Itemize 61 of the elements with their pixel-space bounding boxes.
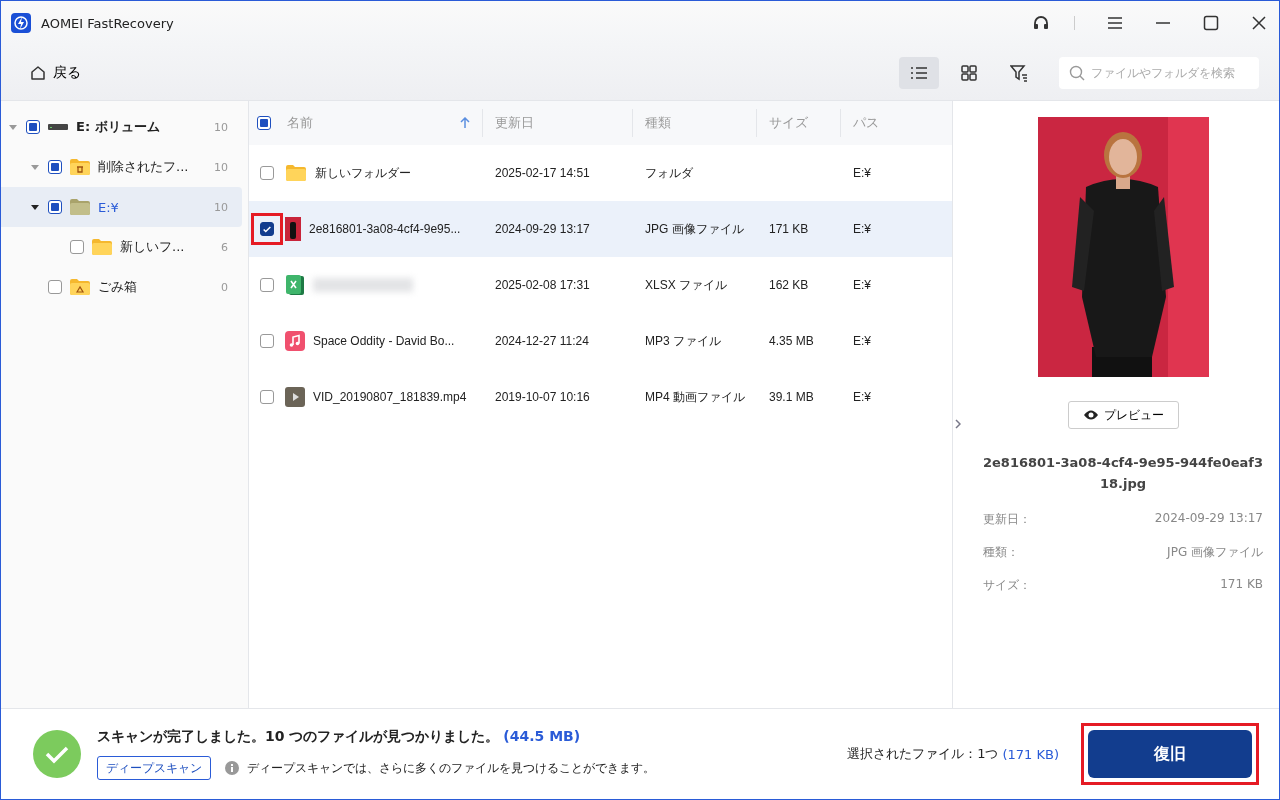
type-text: フォルダ [645, 164, 693, 182]
item-count: 10 [214, 200, 228, 214]
file-name: 新しいフォルダー [315, 164, 411, 182]
tree-item[interactable]: 削除されたフ... 10 [1, 147, 242, 187]
date-text: 2019-10-07 10:16 [495, 390, 590, 404]
size-text: 39.1 MB [769, 390, 814, 404]
item-count: 10 [214, 120, 228, 134]
item-count: 6 [221, 240, 228, 254]
type-text: MP4 動画ファイル [645, 388, 745, 406]
path-text: E:¥ [853, 278, 871, 292]
file-row[interactable]: Space Oddity - David Bo... 2024-12-27 11:24 MP3 ファイル 4.35 MB E:¥ [249, 313, 952, 369]
deep-scan-button[interactable]: ディープスキャン [97, 756, 211, 780]
file-row[interactable]: VID_20190807_181839.mp4 2019-10-07 10:16 MP4 動画ファイル 39.1 MB E:¥ [249, 369, 952, 425]
path-text: E:¥ [853, 166, 871, 180]
date-text: 2025-02-08 17:31 [495, 278, 590, 292]
file-name: Space Oddity - David Bo... [313, 334, 455, 348]
window-title: AOMEI FastRecovery [41, 15, 174, 31]
search-field[interactable]: ファイルやフォルダを検索 [1059, 56, 1259, 89]
total-size: (44.5 MB) [503, 728, 581, 746]
tree-label: E: ボリューム [76, 118, 161, 136]
detail-value: 2024-09-29 13:17 [1154, 510, 1263, 527]
tree-item[interactable]: E: ボリューム 10 [1, 107, 242, 147]
file-row[interactable]: 2e816801-3a08-4cf4-9e95... 2024-09-29 13:17 JPG 画像ファイル 171 KB E:¥ [249, 201, 952, 257]
file-row[interactable]: 2025-02-08 17:31 XLSX ファイル 162 KB E:¥ [249, 257, 952, 313]
selection-summary: 選択されたファイル：1つ [847, 745, 999, 763]
hint-text: ディープスキャンでは、さらに多くのファイルを見つけることができます。 [247, 759, 655, 777]
detail-label: 種類： [983, 543, 1019, 561]
detail-label: 更新日： [983, 510, 1031, 528]
tree-item[interactable]: ごみ箱 0 [1, 267, 242, 307]
tree-label: E:¥ [98, 199, 120, 215]
item-count: 0 [221, 280, 228, 294]
date-text: 2024-09-29 13:17 [495, 222, 590, 236]
size-text: 4.35 MB [769, 334, 814, 348]
type-text: MP3 ファイル [645, 332, 721, 350]
restore-button[interactable]: 復旧 [1088, 730, 1252, 778]
item-count: 10 [214, 160, 228, 174]
path-text: E:¥ [853, 390, 871, 404]
preview-button[interactable]: プレビュー [1067, 401, 1179, 429]
path-text: E:¥ [853, 334, 871, 348]
size-text: 162 KB [769, 278, 809, 292]
status-message: スキャンが完了しました。10 つのファイルが見つかりました。 [97, 728, 500, 746]
type-text: JPG 画像ファイル [645, 220, 744, 238]
tree-label: 削除されたフ... [98, 158, 190, 176]
type-text: XLSX ファイル [645, 276, 728, 294]
selection-size: (171 KB) [1002, 746, 1059, 762]
file-name: 2e816801-3a08-4cf4-9e95-944fe0eaf318.jpg [983, 454, 1263, 493]
detail-value: JPG 画像ファイル [1167, 543, 1263, 561]
file-name: 2e816801-3a08-4cf4-9e95... [309, 222, 461, 236]
tree-label: 新しいフ... [120, 238, 186, 256]
date-text: 2024-12-27 11:24 [495, 334, 589, 348]
tree-label: ごみ箱 [98, 278, 138, 296]
path-text: E:¥ [853, 222, 871, 236]
detail-value: 171 KB [1220, 576, 1263, 593]
file-row[interactable]: 新しいフォルダー 2025-02-17 14:51 フォルダ E:¥ [249, 145, 952, 201]
back-button[interactable]: 戻る [25, 59, 85, 86]
size-text: 171 KB [769, 222, 809, 236]
date-text: 2025-02-17 14:51 [495, 166, 590, 180]
tree-item[interactable]: E:¥ 10 [1, 187, 242, 227]
detail-label: サイズ： [983, 576, 1031, 594]
file-name: VID_20190807_181839.mp4 [313, 390, 467, 404]
tree-item[interactable]: 新しいフ... 6 [1, 227, 242, 267]
